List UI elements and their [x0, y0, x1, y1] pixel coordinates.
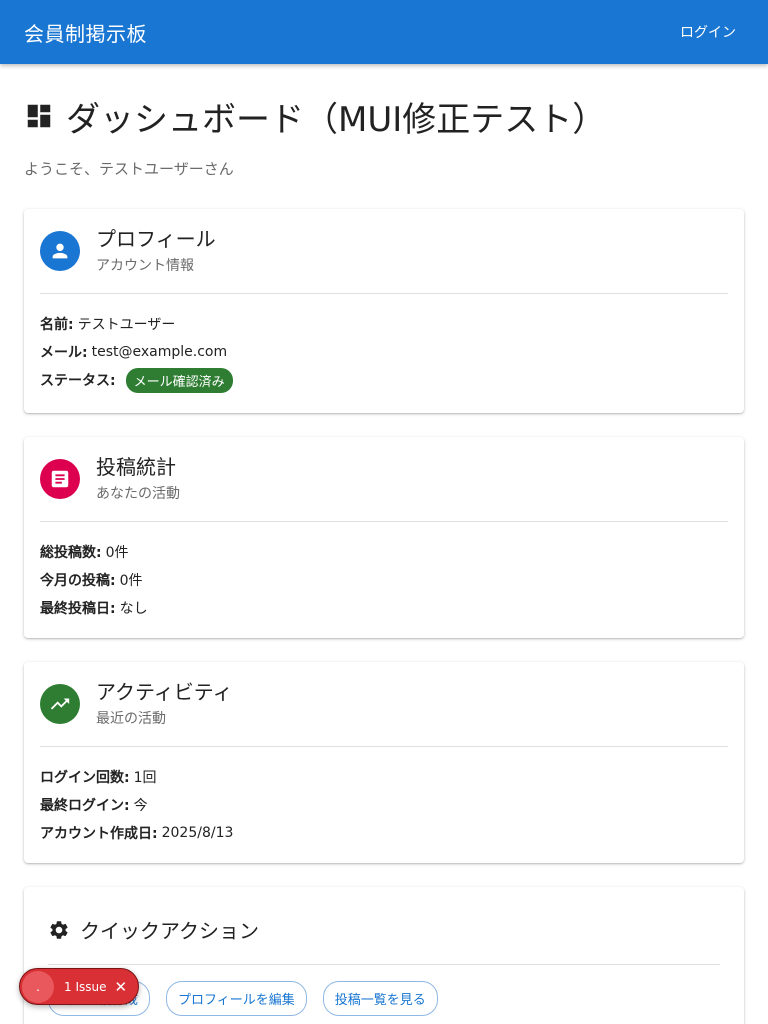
- info-row: アカウント作成日: 2025/8/13: [40, 819, 728, 847]
- card-header: アクティビティ 最近の活動: [40, 678, 728, 728]
- card-header: プロフィール アカウント情報: [40, 225, 728, 275]
- row-value: 2025/8/13: [161, 825, 234, 841]
- issue-indicator: .: [22, 970, 54, 1003]
- app-title: 会員制掲示板: [24, 21, 147, 46]
- row-label: 今月の投稿:: [40, 573, 116, 589]
- login-button[interactable]: ログイン: [672, 16, 744, 48]
- row-label: 総投稿数:: [40, 545, 102, 561]
- row-value: 0件: [105, 545, 129, 561]
- welcome-text: ようこそ、テストユーザーさん: [24, 160, 234, 178]
- row-value: test@example.com: [91, 344, 228, 360]
- row-label: ステータス:: [40, 373, 116, 389]
- page-header: ダッシュボード（MUI修正テスト）: [24, 94, 744, 140]
- card-title: 投稿統計: [96, 455, 176, 479]
- page-title: ダッシュボード（MUI修正テスト）: [66, 99, 607, 140]
- info-row: 名前: テストユーザー: [40, 310, 728, 338]
- divider: [48, 964, 720, 965]
- close-icon[interactable]: ✕: [114, 978, 127, 996]
- article-icon: [51, 470, 69, 488]
- dashboard-icon: [27, 104, 51, 128]
- avatar: [40, 459, 80, 499]
- divider: [40, 521, 728, 522]
- card-header: 投稿統計 あなたの活動: [40, 453, 728, 503]
- main-content: ダッシュボード（MUI修正テスト） ようこそ、テストユーザーさん プロフィール …: [24, 64, 744, 1024]
- card-subtitle: アカウント情報: [96, 258, 194, 274]
- info-row: 今月の投稿: 0件: [40, 566, 728, 594]
- info-row: 最終投稿日: なし: [40, 594, 728, 622]
- divider: [40, 293, 728, 294]
- row-label: ログイン回数:: [40, 770, 130, 786]
- quick-actions-header: クイックアクション: [48, 915, 720, 944]
- card-subtitle: あなたの活動: [96, 486, 180, 502]
- card-title: プロフィール: [96, 227, 216, 251]
- issue-badge[interactable]: . 1 Issue ✕: [19, 968, 139, 1005]
- issue-count: 1 Issue: [64, 979, 107, 994]
- post-stats-card: 投稿統計 あなたの活動 総投稿数: 0件 今月の投稿: 0件 最終投稿日: なし: [24, 437, 744, 638]
- row-value: 今: [133, 798, 148, 814]
- row-value: 0件: [119, 573, 143, 589]
- info-row: ステータス: メール確認済み: [40, 366, 728, 394]
- row-value: テストユーザー: [77, 317, 176, 333]
- status-badge: メール確認済み: [125, 367, 233, 393]
- app-bar: 会員制掲示板 ログイン: [0, 0, 768, 64]
- row-value: 1回: [133, 770, 157, 786]
- row-label: 最終ログイン:: [40, 798, 130, 814]
- view-posts-button[interactable]: 投稿一覧を見る: [322, 981, 438, 1016]
- info-row: 総投稿数: 0件: [40, 538, 728, 566]
- row-value: なし: [119, 601, 148, 617]
- profile-card: プロフィール アカウント情報 名前: テストユーザー メール: test@examp…: [24, 209, 744, 413]
- info-row: メール: test@example.com: [40, 338, 728, 366]
- trending-up-icon: [50, 698, 70, 710]
- activity-card: アクティビティ 最近の活動 ログイン回数: 1回 最終ログイン: 今 アカウント作成…: [24, 662, 744, 863]
- row-label: 名前:: [40, 317, 74, 333]
- person-icon: [52, 243, 68, 259]
- gear-icon: [50, 920, 68, 939]
- card-title: アクティビティ: [96, 680, 233, 704]
- edit-profile-button[interactable]: プロフィールを編集: [166, 981, 307, 1016]
- avatar: [40, 684, 80, 724]
- info-row: 最終ログイン: 今: [40, 791, 728, 819]
- divider: [40, 746, 728, 747]
- avatar: [40, 231, 80, 271]
- row-label: 最終投稿日:: [40, 601, 116, 617]
- info-row: ログイン回数: 1回: [40, 763, 728, 791]
- quick-actions-title: クイックアクション: [80, 919, 259, 943]
- quick-actions-buttons: 新規投稿作成 プロフィールを編集 投稿一覧を見る: [48, 981, 720, 1016]
- row-label: メール:: [40, 345, 88, 361]
- row-label: アカウント作成日:: [40, 826, 158, 842]
- card-subtitle: 最近の活動: [96, 711, 166, 727]
- quick-actions-card: クイックアクション 新規投稿作成 プロフィールを編集 投稿一覧を見る: [24, 887, 744, 1024]
